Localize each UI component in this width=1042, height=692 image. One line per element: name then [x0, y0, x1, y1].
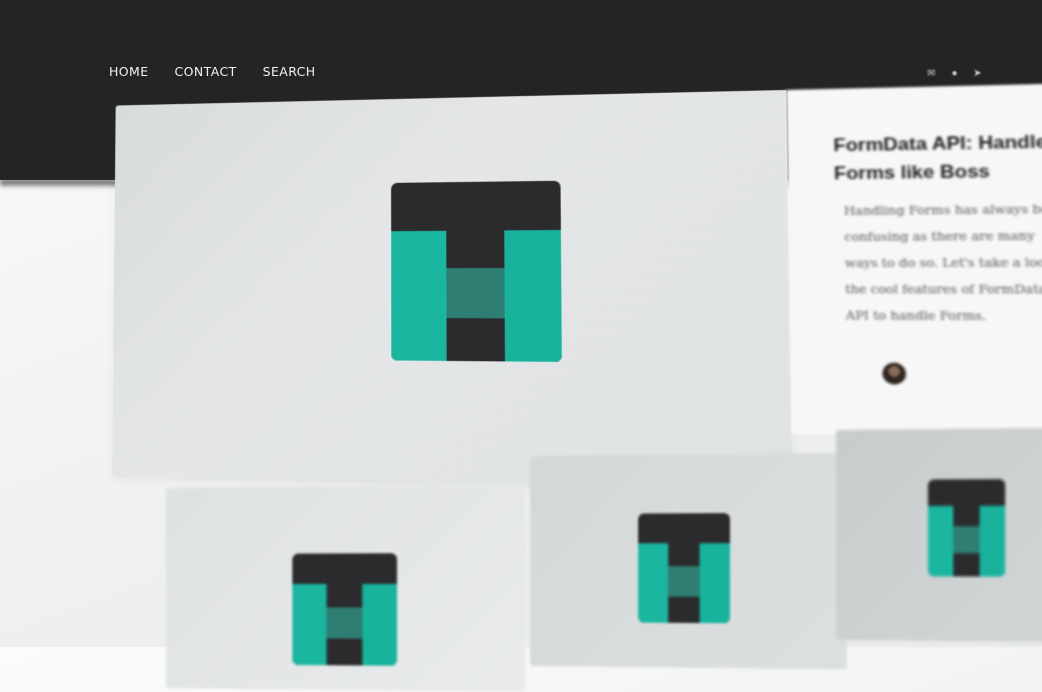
- user-icon[interactable]: ●: [949, 69, 960, 79]
- header-icons: ✉ ● ➤: [926, 69, 983, 79]
- nav-contact-link[interactable]: CONTACT: [175, 64, 237, 79]
- post-card[interactable]: [530, 452, 847, 670]
- post-card[interactable]: [836, 427, 1042, 643]
- nav-search-link[interactable]: SEARCH: [263, 64, 316, 79]
- featured-post-text: FormData API: Handle Forms like Boss Han…: [786, 82, 1042, 440]
- post-excerpt: Handling Forms has always been confusing…: [843, 201, 1042, 324]
- main-nav: HOME CONTACT SEARCH: [109, 64, 316, 79]
- post-logo-icon: [638, 513, 731, 624]
- post-card[interactable]: [166, 484, 526, 692]
- post-logo-icon: [927, 479, 1006, 577]
- author-avatar[interactable]: [882, 362, 907, 385]
- post-title[interactable]: FormData API: Handle Forms like Boss: [833, 127, 1042, 187]
- nav-home-link[interactable]: HOME: [109, 64, 149, 79]
- mail-icon[interactable]: ✉: [926, 69, 937, 79]
- post-logo-icon: [391, 180, 562, 362]
- featured-post-image[interactable]: [112, 89, 793, 494]
- send-icon[interactable]: ➤: [972, 69, 983, 79]
- post-logo-icon: [292, 553, 398, 666]
